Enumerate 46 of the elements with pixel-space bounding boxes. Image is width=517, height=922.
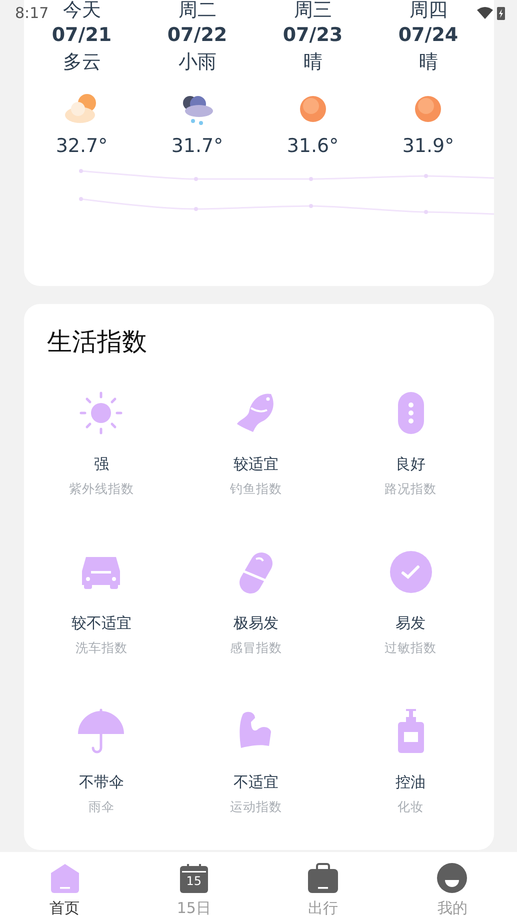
day-label: 周三: [294, 0, 332, 21]
date-label: 07/24: [398, 23, 458, 47]
weather-condition: 晴: [303, 50, 322, 75]
weather-condition: 晴: [418, 50, 438, 75]
high-temperature: 31.6°: [286, 134, 339, 158]
wifi-icon: [477, 7, 493, 19]
index-value: 易发: [396, 613, 426, 633]
weather-condition: 小雨: [178, 50, 216, 75]
index-value: 良好: [396, 454, 426, 474]
nav-tab[interactable]: 15 15日: [129, 852, 258, 922]
nav-tab[interactable]: 首页: [0, 852, 130, 922]
high-temperature: 31.7°: [171, 134, 224, 158]
high-temperature: 32.7°: [56, 134, 108, 158]
date-label: 07/23: [282, 23, 343, 47]
date-label: 07/22: [167, 23, 228, 47]
section-title: 生活指数: [46, 326, 148, 358]
day-label: 今天: [62, 0, 101, 21]
status-time: 8:17: [15, 2, 49, 24]
home-icon: [48, 862, 81, 894]
index-label: 洗车指数: [75, 639, 128, 657]
calendar-icon: [178, 862, 210, 894]
index-label: 路况指数: [384, 480, 437, 498]
umbrella-icon: [76, 706, 126, 756]
index-label: 雨伞: [88, 798, 114, 816]
index-label: 运动指数: [230, 798, 282, 816]
index-value: 较适宜: [233, 454, 278, 474]
date-label: 07/21: [52, 23, 112, 47]
index-label: 化妆: [398, 798, 424, 816]
index-label: 钓鱼指数: [230, 480, 282, 498]
day-label: 周二: [178, 0, 216, 21]
smiley-icon: [436, 862, 468, 894]
day-label: 周四: [409, 0, 448, 21]
index-label: 紫外线指数: [68, 480, 134, 498]
high-temperature: 31.9°: [402, 134, 454, 158]
index-value: 不适宜: [233, 772, 278, 792]
calendar-day-number: 15: [185, 874, 203, 888]
index-label: 过敏指数: [384, 639, 437, 657]
index-value: 极易发: [233, 613, 278, 633]
bag-icon: [307, 862, 340, 894]
index-value: 强: [94, 454, 109, 474]
index-value: 控油: [396, 772, 426, 792]
index-value: 不带伞: [78, 772, 124, 792]
index-label: 感冒指数: [230, 639, 282, 657]
battery-icon: [497, 6, 505, 20]
weather-condition: 多云: [62, 50, 101, 75]
index-value: 较不适宜: [71, 613, 132, 633]
